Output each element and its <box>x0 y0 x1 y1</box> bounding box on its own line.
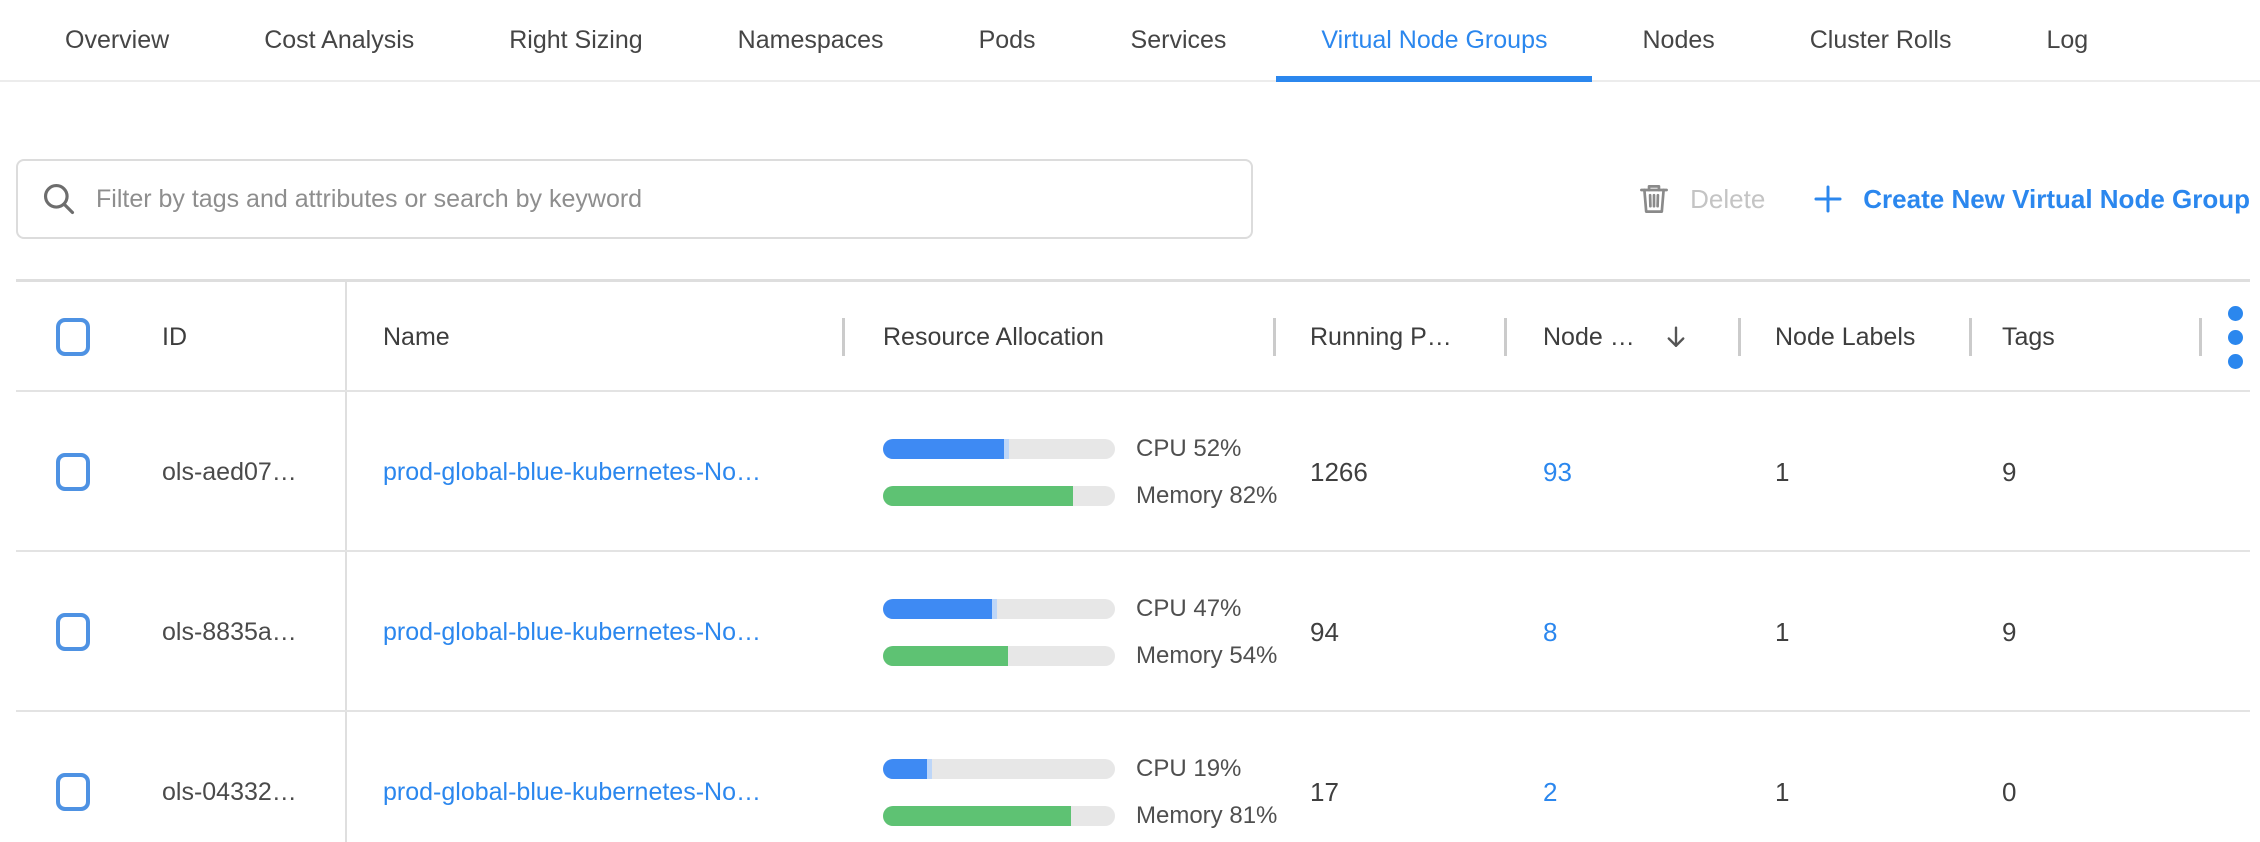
cpu-usage-bar <box>883 599 1115 619</box>
cpu-usage-bar <box>883 759 1115 779</box>
tags-value: 9 <box>2002 617 2016 648</box>
toolbar: Delete Create New Virtual Node Group <box>0 159 2260 239</box>
cpu-bar-marker <box>927 759 932 779</box>
sort-descending-icon <box>1661 322 1691 352</box>
tab-right-sizing[interactable]: Right Sizing <box>464 0 687 80</box>
tab-namespaces[interactable]: Namespaces <box>693 0 929 80</box>
create-virtual-node-group-button[interactable]: Create New Virtual Node Group <box>1811 182 2250 216</box>
cpu-bar-fill <box>883 759 927 779</box>
node-count-link[interactable]: 2 <box>1543 777 1557 808</box>
vertical-dots-icon <box>2228 306 2243 369</box>
column-header-nodes[interactable]: Node … <box>1505 282 1739 392</box>
tab-nodes[interactable]: Nodes <box>1597 0 1759 80</box>
cpu-bar-marker <box>992 599 997 619</box>
node-count-link[interactable]: 93 <box>1543 457 1572 488</box>
column-header-node-labels[interactable]: Node Labels <box>1739 282 1970 392</box>
trash-icon <box>1636 181 1672 217</box>
tab-pods[interactable]: Pods <box>934 0 1081 80</box>
row-checkbox[interactable] <box>56 613 90 651</box>
row-id: ols-8835a… <box>162 618 297 647</box>
memory-bar-fill <box>883 646 1008 666</box>
cpu-bar-fill <box>883 439 1004 459</box>
memory-usage-label: Memory 82% <box>1136 482 1277 510</box>
node-count-link[interactable]: 8 <box>1543 617 1557 648</box>
table-row: ols-aed07… prod-global-blue-kubernetes-N… <box>0 392 2260 552</box>
resource-allocation: CPU 52% Memory 82% <box>883 435 1277 510</box>
cpu-usage-bar <box>883 439 1115 459</box>
table-row: ols-04332… prod-global-blue-kubernetes-N… <box>0 712 2260 842</box>
memory-usage-label: Memory 54% <box>1136 642 1277 670</box>
cpu-usage-label: CPU 19% <box>1136 755 1241 783</box>
tab-bar: OverviewCost AnalysisRight SizingNamespa… <box>0 0 2260 82</box>
node-labels-value: 1 <box>1775 457 1789 488</box>
tags-value: 0 <box>2002 777 2016 808</box>
column-header-name[interactable]: Name <box>345 282 843 392</box>
column-header-running-pods[interactable]: Running P… <box>1274 282 1505 392</box>
table-body: ols-aed07… prod-global-blue-kubernetes-N… <box>0 392 2260 842</box>
search-input[interactable] <box>96 185 1229 214</box>
memory-usage-bar <box>883 646 1115 666</box>
tab-overview[interactable]: Overview <box>20 0 214 80</box>
column-header-tags[interactable]: Tags <box>1970 282 2200 392</box>
running-pods-value: 94 <box>1310 617 1339 648</box>
row-id: ols-aed07… <box>162 458 297 487</box>
node-labels-value: 1 <box>1775 777 1789 808</box>
table-row: ols-8835a… prod-global-blue-kubernetes-N… <box>0 552 2260 712</box>
search-icon <box>40 180 78 218</box>
tab-cost-analysis[interactable]: Cost Analysis <box>219 0 459 80</box>
column-menu-button[interactable] <box>2200 282 2260 392</box>
column-header-resource-allocation[interactable]: Resource Allocation <box>843 282 1274 392</box>
resource-allocation: CPU 19% Memory 81% <box>883 755 1277 830</box>
cpu-bar-fill <box>883 599 992 619</box>
memory-usage-label: Memory 81% <box>1136 802 1277 830</box>
row-name-link[interactable]: prod-global-blue-kubernetes-No… <box>383 458 761 487</box>
delete-button[interactable]: Delete <box>1636 181 1765 217</box>
resource-allocation: CPU 47% Memory 54% <box>883 595 1277 670</box>
tags-value: 9 <box>2002 457 2016 488</box>
plus-icon <box>1811 182 1845 216</box>
row-checkbox[interactable] <box>56 773 90 811</box>
tab-log[interactable]: Log <box>2001 0 2133 80</box>
tab-services[interactable]: Services <box>1086 0 1272 80</box>
row-checkbox[interactable] <box>56 453 90 491</box>
toolbar-actions: Delete Create New Virtual Node Group <box>1636 181 2250 217</box>
column-header-id[interactable]: ID <box>120 282 345 392</box>
running-pods-value: 1266 <box>1310 457 1368 488</box>
memory-usage-bar <box>883 486 1115 506</box>
node-labels-value: 1 <box>1775 617 1789 648</box>
virtual-node-groups-table: ID Name Resource Allocation Running P… N… <box>0 279 2260 842</box>
filter-search-box <box>16 159 1253 239</box>
tab-virtual-node-groups[interactable]: Virtual Node Groups <box>1276 0 1592 80</box>
running-pods-value: 17 <box>1310 777 1339 808</box>
select-all-checkbox[interactable] <box>56 318 90 356</box>
cpu-usage-label: CPU 52% <box>1136 435 1241 463</box>
delete-label: Delete <box>1690 184 1765 215</box>
memory-bar-fill <box>883 486 1073 506</box>
cpu-bar-marker <box>1004 439 1009 459</box>
memory-bar-fill <box>883 806 1071 826</box>
row-name-link[interactable]: prod-global-blue-kubernetes-No… <box>383 778 761 807</box>
tab-cluster-rolls[interactable]: Cluster Rolls <box>1765 0 1997 80</box>
row-id: ols-04332… <box>162 778 297 807</box>
create-label: Create New Virtual Node Group <box>1863 184 2250 215</box>
row-name-link[interactable]: prod-global-blue-kubernetes-No… <box>383 618 761 647</box>
memory-usage-bar <box>883 806 1115 826</box>
table-header: ID Name Resource Allocation Running P… N… <box>0 282 2260 392</box>
cpu-usage-label: CPU 47% <box>1136 595 1241 623</box>
